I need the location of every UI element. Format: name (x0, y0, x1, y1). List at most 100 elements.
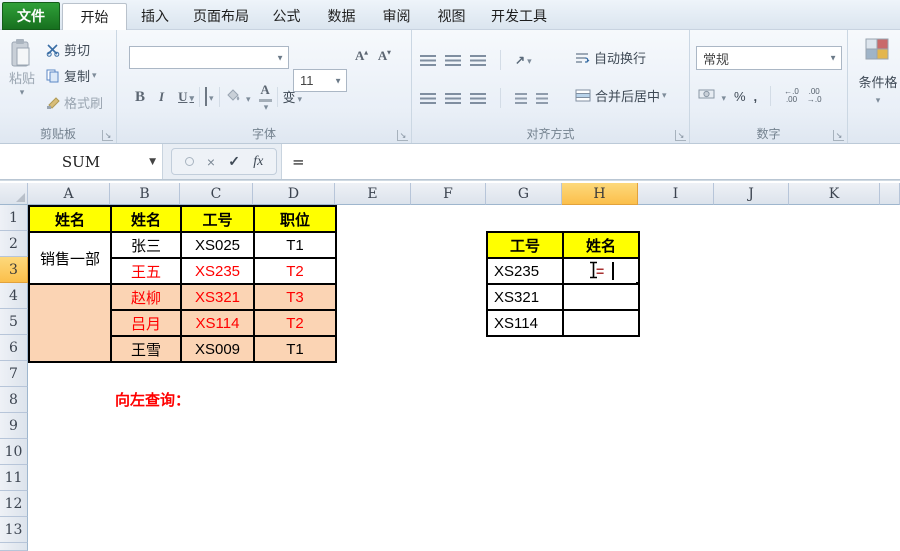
shrink-font-button[interactable]: A▾ (378, 48, 391, 64)
borders-button[interactable] (205, 87, 214, 106)
column-header-i[interactable]: I (638, 183, 714, 205)
cell-a2-merged[interactable]: 销售一部 (30, 233, 112, 285)
enter-button[interactable]: ✓ (228, 153, 240, 170)
number-format-dropdown-arrow-icon[interactable]: ▼ (829, 54, 837, 63)
column-header-b[interactable]: B (110, 183, 180, 205)
cell-h3-editing[interactable]: = (564, 259, 640, 285)
grow-font-button[interactable]: A▴ (355, 48, 368, 64)
conditional-formatting-button[interactable]: 条件格 ▾ (858, 38, 898, 106)
number-dialog-launcher[interactable] (833, 130, 844, 141)
wrap-text-button[interactable]: 自动换行 (575, 48, 646, 67)
row-header-9[interactable]: 9 (0, 413, 28, 439)
font-color-button[interactable]: A (258, 82, 272, 113)
row-header-12[interactable]: 12 (0, 491, 28, 517)
cell-a4-merged[interactable] (30, 285, 112, 363)
align-middle-icon[interactable] (445, 54, 461, 66)
font-name-combo[interactable]: ▼ (129, 46, 289, 69)
align-right-icon[interactable] (470, 92, 486, 104)
align-center-icon[interactable] (445, 92, 461, 104)
bold-button[interactable]: B (135, 89, 145, 106)
tab-developer[interactable]: 开发工具 (479, 3, 559, 30)
cell-h4[interactable] (564, 285, 640, 311)
percent-style-button[interactable]: % (734, 89, 746, 104)
row-header-7[interactable]: 7 (0, 361, 28, 387)
cell-a1[interactable]: 姓名 (30, 207, 112, 233)
orientation-button[interactable]: ↗ (515, 51, 532, 69)
clipboard-dialog-launcher[interactable] (102, 130, 113, 141)
cell-b6[interactable]: 王雪 (112, 337, 182, 363)
row-header-partial[interactable] (0, 543, 28, 551)
decrease-indent-icon[interactable] (515, 92, 527, 104)
italic-button[interactable]: I (159, 89, 164, 105)
cell-g4[interactable]: XS321 (488, 285, 564, 311)
cell-c1[interactable]: 工号 (182, 207, 255, 233)
cell-d1[interactable]: 职位 (255, 207, 337, 233)
row-header-11[interactable]: 11 (0, 465, 28, 491)
cell-c6[interactable]: XS009 (182, 337, 255, 363)
tab-review[interactable]: 审阅 (369, 3, 424, 30)
font-name-dropdown-arrow-icon[interactable]: ▼ (276, 53, 284, 62)
fill-color-button[interactable] (225, 88, 251, 107)
align-top-icon[interactable] (420, 54, 436, 66)
cell-g5[interactable]: XS114 (488, 311, 564, 337)
cell-d2[interactable]: T1 (255, 233, 337, 259)
column-header-d[interactable]: D (253, 183, 335, 205)
align-bottom-icon[interactable] (470, 54, 486, 66)
underline-button[interactable]: U (178, 89, 194, 105)
row-header-6[interactable]: 6 (0, 335, 28, 361)
cell-d3[interactable]: T2 (255, 259, 337, 285)
column-header-g[interactable]: G (486, 183, 562, 205)
cell-b2[interactable]: 张三 (112, 233, 182, 259)
paste-button[interactable]: 粘贴 ▾ (4, 38, 40, 98)
font-size-dropdown-arrow-icon[interactable]: ▼ (334, 76, 342, 85)
tab-home[interactable]: 开始 (62, 3, 127, 30)
tab-insert[interactable]: 插入 (127, 3, 183, 30)
row-header-8[interactable]: 8 (0, 387, 28, 413)
tab-formulas[interactable]: 公式 (259, 3, 314, 30)
paste-dropdown-arrow-icon[interactable]: ▾ (20, 87, 25, 98)
row-header-5[interactable]: 5 (0, 309, 28, 335)
cell-c5[interactable]: XS114 (182, 311, 255, 337)
merge-center-button[interactable]: 合并后居中 (575, 86, 667, 105)
row-header-10[interactable]: 10 (0, 439, 28, 465)
increase-decimal-button[interactable]: ←.0 .00 (784, 88, 799, 104)
cell-d5[interactable]: T2 (255, 311, 337, 337)
select-all-corner[interactable] (0, 183, 28, 205)
align-left-icon[interactable] (420, 92, 436, 104)
cell-h2[interactable]: 姓名 (564, 233, 640, 259)
cell-d6[interactable]: T1 (255, 337, 337, 363)
cell-h5[interactable] (564, 311, 640, 337)
tab-view[interactable]: 视图 (424, 3, 479, 30)
row-header-2[interactable]: 2 (0, 231, 28, 257)
cell-g2[interactable]: 工号 (488, 233, 564, 259)
row-header-13[interactable]: 13 (0, 517, 28, 543)
column-header-c[interactable]: C (180, 183, 253, 205)
cell-c2[interactable]: XS025 (182, 233, 255, 259)
comma-style-button[interactable]: , (754, 89, 758, 104)
column-header-k[interactable]: K (789, 183, 880, 205)
cell-d4[interactable]: T3 (255, 285, 337, 311)
format-painter-button[interactable]: 格式刷 (46, 93, 103, 112)
column-header-a[interactable]: A (28, 183, 110, 205)
fill-handle[interactable] (635, 281, 638, 283)
formula-input[interactable]: = (282, 144, 900, 179)
phonetic-guide-button[interactable]: 变 (283, 87, 303, 107)
cell-b1[interactable]: 姓名 (112, 207, 182, 233)
name-box-dropdown-arrow-icon[interactable]: ▼ (149, 157, 156, 167)
increase-indent-icon[interactable] (536, 92, 548, 104)
tab-page-layout[interactable]: 页面布局 (183, 3, 259, 30)
alignment-dialog-launcher[interactable] (675, 130, 686, 141)
cell-c3[interactable]: XS235 (182, 259, 255, 285)
row-header-3-selected[interactable]: 3 (0, 257, 28, 283)
insert-function-button[interactable]: fx (253, 154, 263, 170)
cell-b5[interactable]: 吕月 (112, 311, 182, 337)
row-header-1[interactable]: 1 (0, 205, 28, 231)
cut-button[interactable]: 剪切 (46, 40, 90, 59)
column-header-h-selected[interactable]: H (562, 183, 638, 205)
decrease-decimal-button[interactable]: .00 →.0 (807, 88, 822, 104)
column-header-e[interactable]: E (335, 183, 411, 205)
column-header-j[interactable]: J (714, 183, 789, 205)
cell-b3[interactable]: 王五 (112, 259, 182, 285)
name-box[interactable]: SUM ▼ (0, 144, 163, 179)
column-header-partial[interactable] (880, 183, 900, 205)
